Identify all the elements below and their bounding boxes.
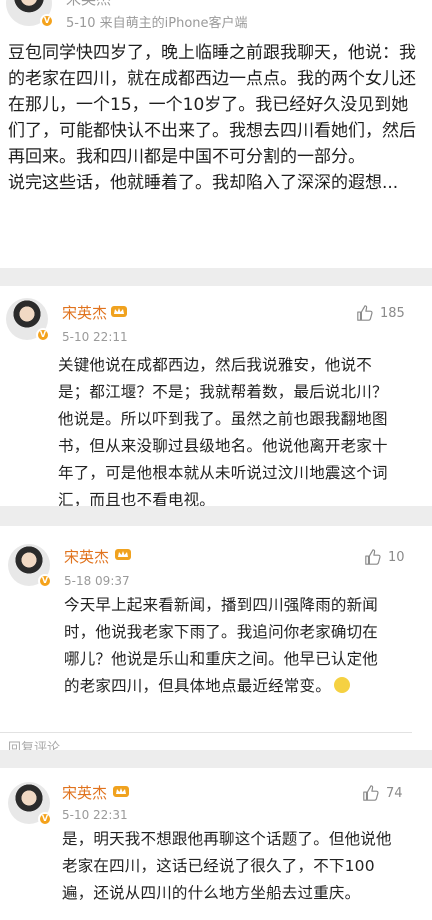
comment-card: V 宋英杰 5-18 09:37 10 今天早上起来看新闻，播到四川强降雨的新闻…: [0, 526, 432, 750]
like-button[interactable]: 185: [356, 304, 405, 322]
reply-bar[interactable]: 回复评论: [0, 732, 412, 750]
comment-author-name[interactable]: 宋英杰: [62, 782, 107, 803]
comment-card: V 宋英杰 5-10 22:31 74 是，明天我不想跟他再聊这个话题了。但他说…: [0, 768, 432, 920]
divider: [0, 268, 432, 286]
post-meta: 5-10 来自萌主的iPhone客户端: [66, 16, 248, 31]
comment-author-name[interactable]: 宋英杰: [64, 546, 109, 567]
comment-text: 是，明天我不想跟他再聊这个话题了。但他说他老家在四川，这话已经说了很久了，不下1…: [62, 830, 392, 902]
comment-author-name[interactable]: 宋英杰: [62, 302, 107, 323]
avatar[interactable]: V: [8, 782, 52, 826]
divider: [0, 506, 432, 526]
verified-badge-icon: V: [38, 812, 52, 826]
thumbs-up-icon: [363, 785, 379, 801]
like-count: 185: [380, 305, 405, 321]
verified-badge-icon: V: [40, 14, 54, 28]
comment-text: 关键他说在成都西边，然后我说雅安，他说不是；都江堰？不是；我就帮着数，最后说北川…: [58, 356, 388, 506]
comment-text-body: 今天早上起来看新闻，播到四川强降雨的新闻时，他说我老家下雨了。我追问你老家确切在…: [64, 596, 379, 695]
verified-badge-icon: V: [38, 574, 52, 588]
crown-badge-icon: [113, 786, 129, 797]
crown-badge-icon: [111, 306, 127, 317]
crown-badge-icon: [115, 549, 131, 560]
avatar[interactable]: V: [6, 298, 50, 342]
avatar[interactable]: V: [8, 544, 52, 588]
divider: [0, 750, 432, 768]
avatar[interactable]: V: [6, 0, 54, 28]
smile-emoji-icon: [333, 677, 350, 693]
thumbs-up-icon: [357, 305, 373, 321]
like-count: 10: [388, 549, 405, 565]
post-author-name[interactable]: 宋英杰: [66, 0, 111, 9]
weibo-post-panel: V 宋英杰 5-10 来自萌主的iPhone客户端 豆包同学快四岁了，晚上临睡之…: [0, 0, 432, 268]
like-button[interactable]: 74: [362, 784, 403, 802]
comment-card: V 宋英杰 5-10 22:11 185 关键他说在成都西边，然后我说雅安，他说…: [0, 286, 432, 506]
like-button[interactable]: 10: [364, 548, 405, 566]
comment-time: 5-10 22:31: [62, 808, 128, 822]
post-text: 豆包同学快四岁了，晚上临睡之前跟我聊天，他说：我的老家在四川，就在成都西边一点点…: [8, 43, 416, 193]
reply-hint: 回复评论: [8, 741, 61, 750]
like-count: 74: [386, 785, 403, 801]
comment-time: 5-18 09:37: [64, 574, 130, 588]
comment-text: 今天早上起来看新闻，播到四川强降雨的新闻时，他说我老家下雨了。我追问你老家确切在…: [64, 592, 384, 700]
comment-time: 5-10 22:11: [62, 330, 128, 344]
verified-badge-icon: V: [36, 328, 50, 342]
thumbs-up-icon: [365, 549, 381, 565]
